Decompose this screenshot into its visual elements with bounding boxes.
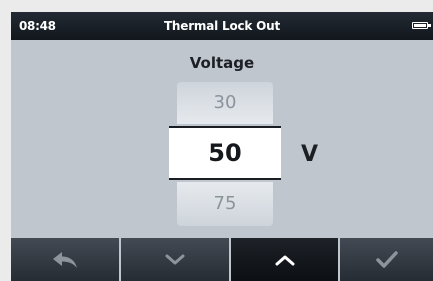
back-arrow-icon: [53, 251, 77, 268]
previous-option[interactable]: 30: [177, 82, 273, 124]
value-picker[interactable]: 30 50 75: [169, 80, 281, 228]
up-button[interactable]: [231, 238, 338, 281]
softkey-bar: [11, 238, 433, 281]
down-button[interactable]: [121, 238, 229, 281]
status-bar: 08:48 Thermal Lock Out: [11, 12, 433, 40]
checkmark-icon: [375, 250, 398, 268]
back-button[interactable]: [11, 238, 119, 281]
chevron-down-icon: [165, 254, 185, 264]
next-option[interactable]: 75: [177, 182, 273, 226]
selected-option[interactable]: 50: [169, 126, 281, 180]
confirm-button[interactable]: [340, 238, 433, 281]
device-screen: 08:48 Thermal Lock Out Voltage 30 50 75 …: [11, 12, 433, 281]
screen-title: Thermal Lock Out: [163, 19, 281, 33]
setting-label: Voltage: [189, 54, 255, 72]
unit-label: V: [301, 142, 319, 167]
battery-icon: [412, 22, 428, 29]
chevron-up-icon: [275, 255, 294, 265]
battery-tip: [428, 24, 431, 27]
